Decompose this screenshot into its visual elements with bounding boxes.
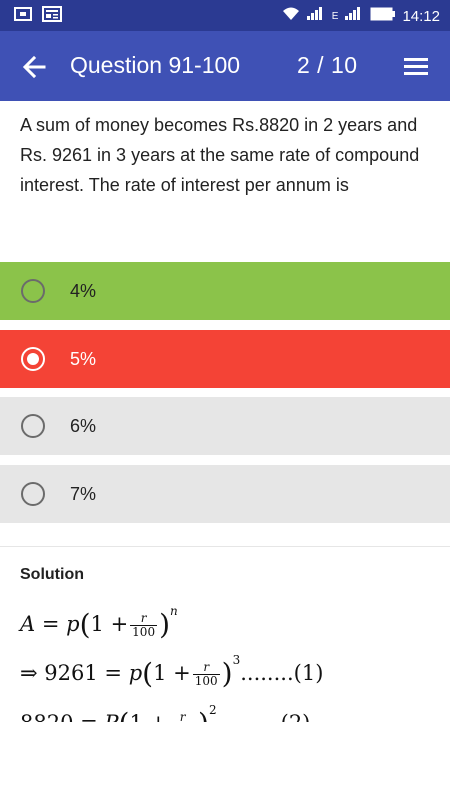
current-question-number: 2	[297, 52, 311, 78]
question-text: A sum of money becomes Rs.8820 in 2 year…	[20, 115, 420, 195]
divider	[0, 546, 450, 547]
option-label: 7%	[70, 484, 97, 504]
radio-button[interactable]	[21, 482, 45, 506]
counter-separator: /	[310, 52, 331, 78]
network-type-label: E	[331, 11, 339, 22]
signal-icon	[306, 7, 326, 26]
option-label: 4%	[70, 281, 97, 301]
app-bar: Question 91-100 2 / 10	[0, 31, 450, 101]
radio-button[interactable]	[21, 279, 45, 303]
total-questions: 10	[330, 52, 358, 78]
radio-button[interactable]	[21, 414, 45, 438]
back-button[interactable]	[18, 51, 50, 83]
option-d[interactable]: 7%	[0, 465, 450, 523]
news-icon	[42, 6, 62, 27]
formula-line-2: ⇒ 9261 = p(1 + r 100)3........(1)	[20, 653, 324, 690]
question-counter: 2 / 10	[297, 52, 358, 79]
formula-line-3: 8820 = P(1 +r100)2(2)	[20, 703, 310, 722]
menu-button[interactable]	[402, 54, 430, 78]
screenshot-icon	[14, 6, 32, 27]
formula-line-1: A = p(1 + r 100)n	[20, 604, 178, 641]
hamburger-menu-icon	[404, 58, 428, 75]
clock: 14:12	[402, 8, 440, 25]
solution-heading: Solution	[20, 566, 84, 583]
option-a[interactable]: 4%	[0, 262, 450, 320]
formula-line-3-clipped: 8820 = P(1 +r100)2(2)	[0, 698, 450, 722]
arrow-left-icon	[22, 55, 46, 79]
option-label: 6%	[70, 416, 97, 436]
wifi-icon	[282, 6, 300, 27]
option-b[interactable]: 5%	[0, 330, 450, 388]
status-bar: E 14:12	[0, 0, 450, 31]
radio-button-selected[interactable]	[21, 347, 45, 371]
option-label: 5%	[70, 349, 97, 369]
signal-icon	[344, 7, 364, 26]
option-c[interactable]: 6%	[0, 397, 450, 455]
battery-icon	[370, 7, 396, 26]
page-title: Question 91-100	[70, 52, 241, 78]
